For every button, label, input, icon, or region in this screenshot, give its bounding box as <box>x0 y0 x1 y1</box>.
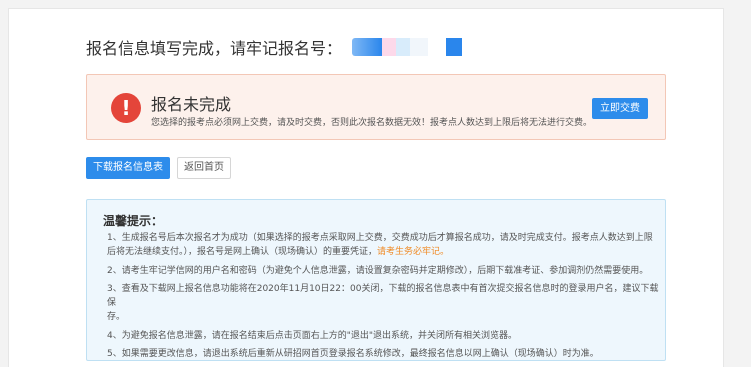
tips-title: 温馨提示： <box>103 214 164 228</box>
alert-title: 报名未完成 <box>151 95 232 114</box>
exclamation-icon: ! <box>111 93 141 123</box>
tip-item-4: 4、为避免报名信息泄露，请在报名结束后点击页面右上方的"退出"退出系统，并关闭所… <box>107 330 518 341</box>
tip-item-3-line-1: 3、查看及下载网上报名信息功能将在2020年11月10日22：00关闭，下载的报… <box>107 283 659 309</box>
return-home-button[interactable]: 返回首页 <box>177 157 231 179</box>
tip-item-1-text: 后将无法继续支付。），报名号是网上确认（现场确认）的重要凭证， <box>107 247 378 258</box>
download-form-button[interactable]: 下载报名信息表 <box>86 157 170 179</box>
tip-item-1-line-1: 1、生成报名号后本次报名才为成功（如果选择的报考点采取网上交费，交费成功后才算报… <box>107 233 653 243</box>
tip-item-1-highlight: 请考生务必牢记。 <box>377 247 450 258</box>
tip-item-1-line-2: 后将无法继续支付。），报名号是网上确认（现场确认）的重要凭证，请考生务必牢记。 <box>107 245 659 259</box>
registration-number-redacted <box>348 38 463 56</box>
tip-item-3-line-2: 存。 <box>107 312 126 323</box>
incomplete-alert: ! 报名未完成 您选择的报考点必须网上交费，请及时交费，否则此次报名数据无效！报… <box>86 74 666 140</box>
tip-item-5: 5、如果需要更改信息，请退出系统后重新从研招网首页登录报名系统修改，最终报名信息… <box>107 349 599 360</box>
tip-item-2: 2、请考生牢记学信网的用户名和密码（为避免个人信息泄露，请设置复杂密码并定期修改… <box>107 265 649 276</box>
tips-list: 1、生成报名号后本次报名才为成功（如果选择的报考点采取网上交费，交费成功后才算报… <box>107 231 659 361</box>
page-title-text: 报名信息填写完成，请牢记报名号： <box>86 39 343 58</box>
alert-message: 您选择的报考点必须网上交费，请及时交费，否则此次报名数据无效！报考点人数达到上限… <box>151 118 593 128</box>
pay-now-button[interactable]: 立即交费 <box>592 98 648 119</box>
page-title: 报名信息填写完成，请牢记报名号： <box>86 35 463 59</box>
tips-box: 温馨提示： 1、生成报名号后本次报名才为成功（如果选择的报考点采取网上交费，交费… <box>86 199 666 361</box>
